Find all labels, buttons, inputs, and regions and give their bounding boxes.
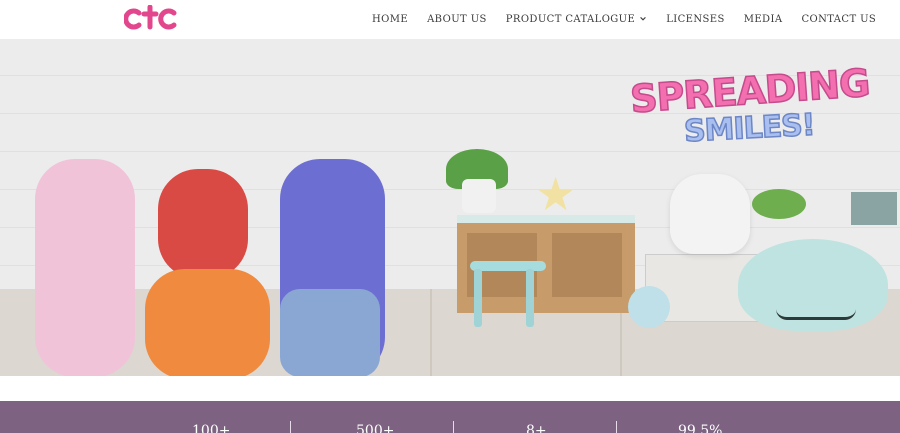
hero-banner: ★ SPREADING SMILES! bbox=[0, 39, 900, 376]
shelf-compartment bbox=[552, 233, 622, 297]
stat-value: 500+ bbox=[356, 423, 395, 433]
toy-box bbox=[851, 192, 897, 225]
flower-pot bbox=[752, 189, 806, 219]
brick-row bbox=[0, 227, 900, 228]
stat-value: 8+ bbox=[526, 423, 547, 433]
nav-licenses-label: LICENSES bbox=[666, 13, 725, 25]
floor-plank-line bbox=[430, 289, 432, 376]
nav-about-us[interactable]: ABOUT US bbox=[427, 14, 487, 25]
nav-home[interactable]: HOME bbox=[372, 14, 408, 25]
plant-pot bbox=[462, 179, 496, 213]
nav-product-catalogue-label: PRODUCT CATALOGUE bbox=[505, 13, 636, 25]
nav-contact-us-label: CONTACT US bbox=[801, 13, 877, 25]
stat-divider bbox=[616, 421, 617, 433]
whale-mouth bbox=[776, 309, 856, 320]
nav-about-us-label: ABOUT US bbox=[427, 13, 487, 25]
ctc-logo-mark bbox=[124, 5, 177, 30]
stool-leg bbox=[474, 269, 482, 327]
ctc-logo[interactable] bbox=[124, 5, 178, 31]
stat-value: 100+ bbox=[192, 423, 231, 433]
nav-home-label: HOME bbox=[372, 13, 409, 25]
brick-row bbox=[0, 189, 900, 190]
nav-contact-us[interactable]: CONTACT US bbox=[801, 14, 876, 25]
bunny-plush bbox=[670, 174, 750, 254]
site-header: HOME ABOUT US PRODUCT CATALOGUE LICENSES… bbox=[0, 0, 900, 38]
stat-divider bbox=[290, 421, 291, 433]
child-figure bbox=[158, 169, 248, 279]
child-figure bbox=[145, 269, 270, 376]
stat-value: 99.5% bbox=[678, 423, 723, 433]
chevron-down-icon bbox=[640, 17, 647, 21]
brick-row bbox=[0, 151, 900, 152]
nav-media[interactable]: MEDIA bbox=[744, 14, 783, 25]
stool-leg bbox=[526, 269, 534, 327]
child-figure bbox=[35, 159, 135, 376]
nav-licenses[interactable]: LICENSES bbox=[666, 14, 725, 25]
hero-title-line-2: SMILES! bbox=[683, 107, 817, 150]
stat-divider bbox=[453, 421, 454, 433]
nav-product-catalogue[interactable]: PRODUCT CATALOGUE bbox=[506, 14, 647, 25]
blue-ball bbox=[628, 286, 670, 328]
star-pillow: ★ bbox=[535, 168, 577, 220]
nav-media-label: MEDIA bbox=[743, 13, 783, 25]
main-nav: HOME ABOUT US PRODUCT CATALOGUE LICENSES… bbox=[372, 0, 876, 38]
child-jeans bbox=[280, 289, 380, 376]
stats-band: 100+ 500+ 8+ 99.5% bbox=[0, 401, 900, 433]
whale-plush bbox=[738, 239, 888, 331]
